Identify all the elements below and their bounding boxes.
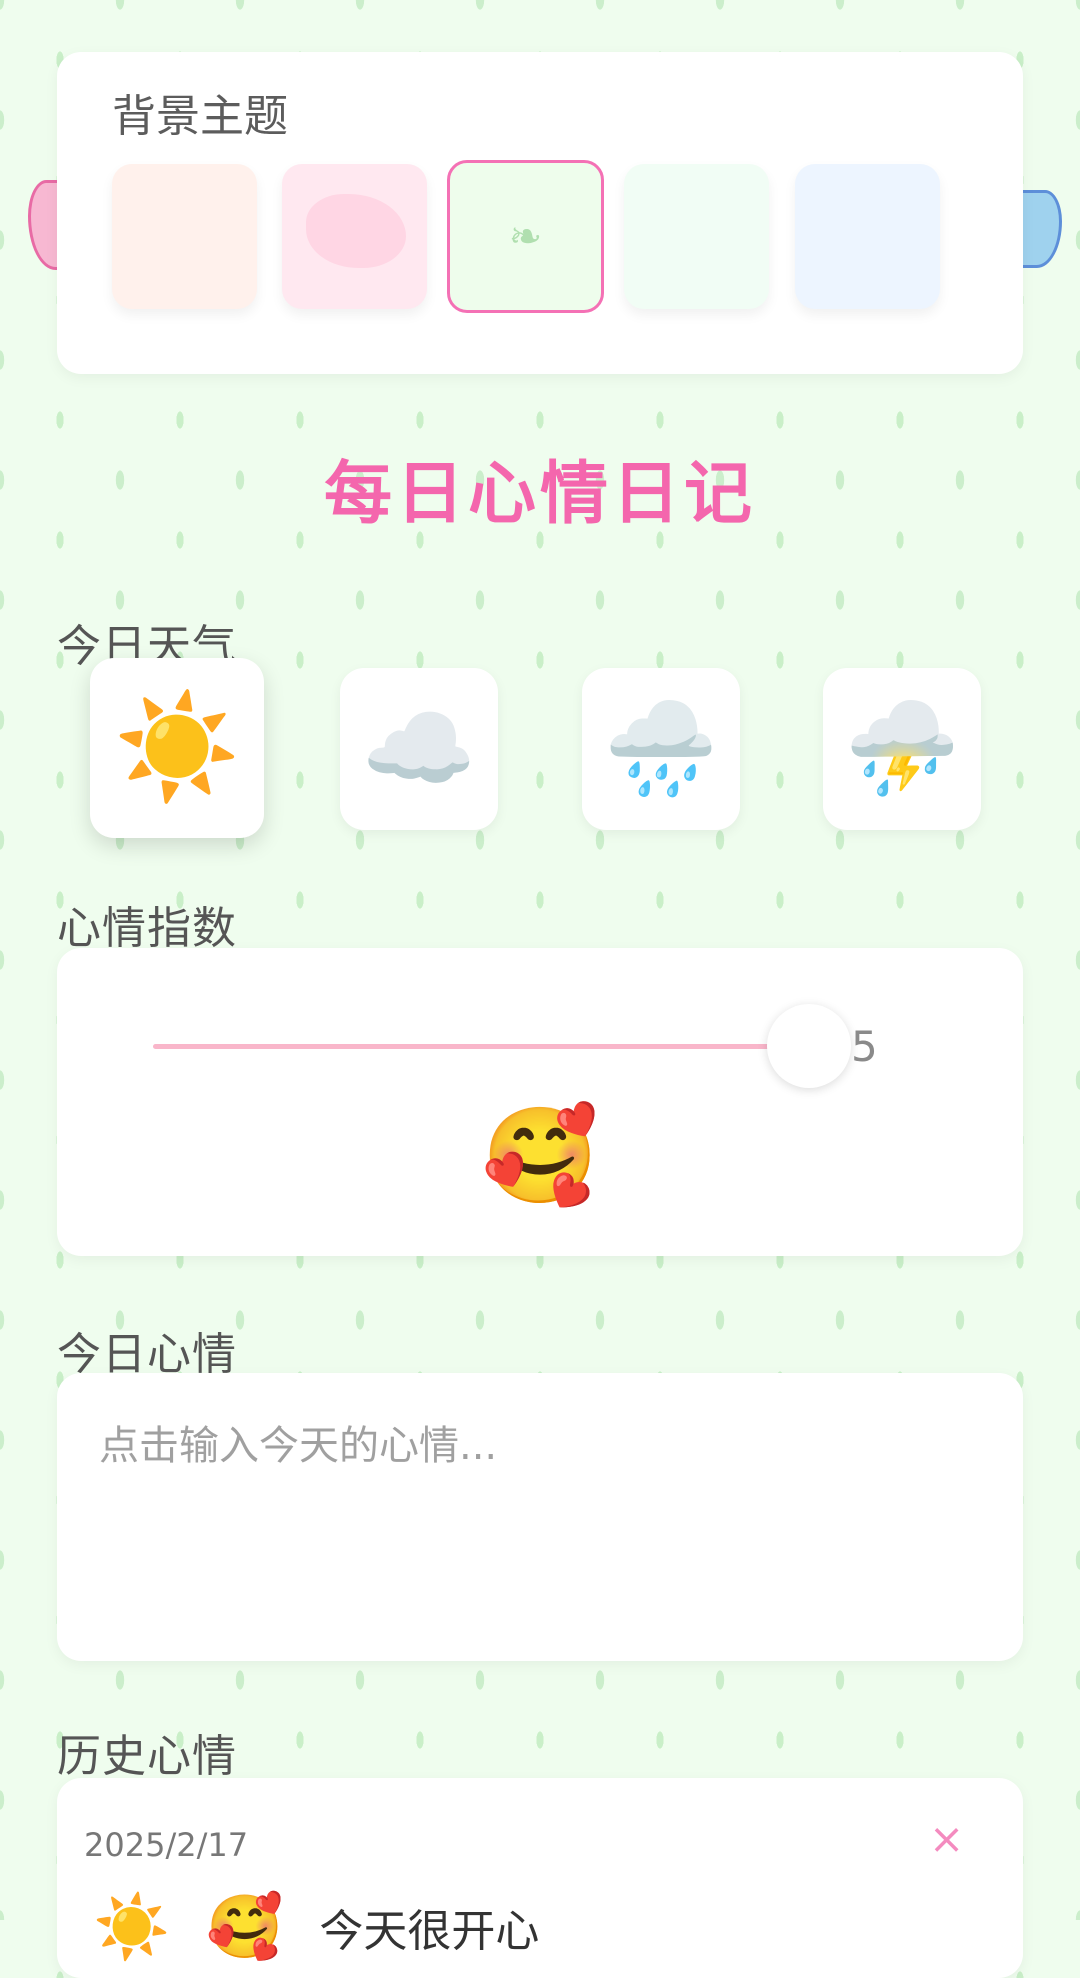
cloud-icon: ☁️: [361, 695, 477, 802]
theme-swatch-pink-waves[interactable]: [282, 164, 427, 309]
right-theme-edge-decoration: [1020, 190, 1062, 268]
history-entry-row: ☀️ 🥰 今天很开心: [93, 1890, 539, 1964]
leaf-icon: ❧: [508, 213, 543, 260]
weather-option-cloudy[interactable]: ☁️: [340, 668, 498, 830]
sun-icon: ☀️: [113, 688, 241, 807]
weather-option-thunderstorm[interactable]: ⛈️: [823, 668, 981, 830]
mood-card: 5 🥰: [57, 948, 1023, 1256]
history-section-label: 历史心情: [57, 1731, 237, 1782]
page-title: 每日心情日记: [323, 455, 756, 534]
wave-shape: [306, 194, 406, 268]
theme-swatch-mint[interactable]: [624, 164, 769, 309]
history-entry-date: 2025/2/17: [84, 1826, 249, 1864]
weather-option-sunny[interactable]: ☀️: [90, 658, 264, 838]
mood-slider-thumb[interactable]: [767, 1004, 851, 1088]
delete-entry-button[interactable]: ×: [929, 1814, 964, 1863]
diary-text-input[interactable]: [57, 1373, 1023, 1661]
theme-swatch-peach[interactable]: [112, 164, 257, 309]
diary-input-card: [57, 1373, 1023, 1661]
history-entry-text: 今天很开心: [319, 1906, 540, 1957]
mood-slider-value: 5: [851, 1022, 878, 1071]
mood-emoji-icon: 🥰: [481, 1102, 599, 1211]
history-entry-card: 2025/2/17 × ☀️ 🥰 今天很开心: [57, 1778, 1023, 1978]
thunderstorm-icon: ⛈️: [844, 695, 960, 802]
theme-picker-title: 背景主题: [112, 91, 288, 142]
mood-emoji-icon: 🥰: [206, 1890, 284, 1963]
theme-swatch-green-leaves[interactable]: ❧: [447, 160, 604, 313]
mood-section-label: 心情指数: [57, 903, 237, 954]
theme-picker-card: 背景主题 ❧: [57, 52, 1023, 374]
theme-swatch-sky-blue[interactable]: [795, 164, 940, 309]
sun-icon: ☀️: [93, 1890, 171, 1963]
mood-slider-track[interactable]: [153, 1044, 808, 1049]
rain-icon: 🌧️: [603, 695, 719, 802]
weather-option-rainy[interactable]: 🌧️: [582, 668, 740, 830]
